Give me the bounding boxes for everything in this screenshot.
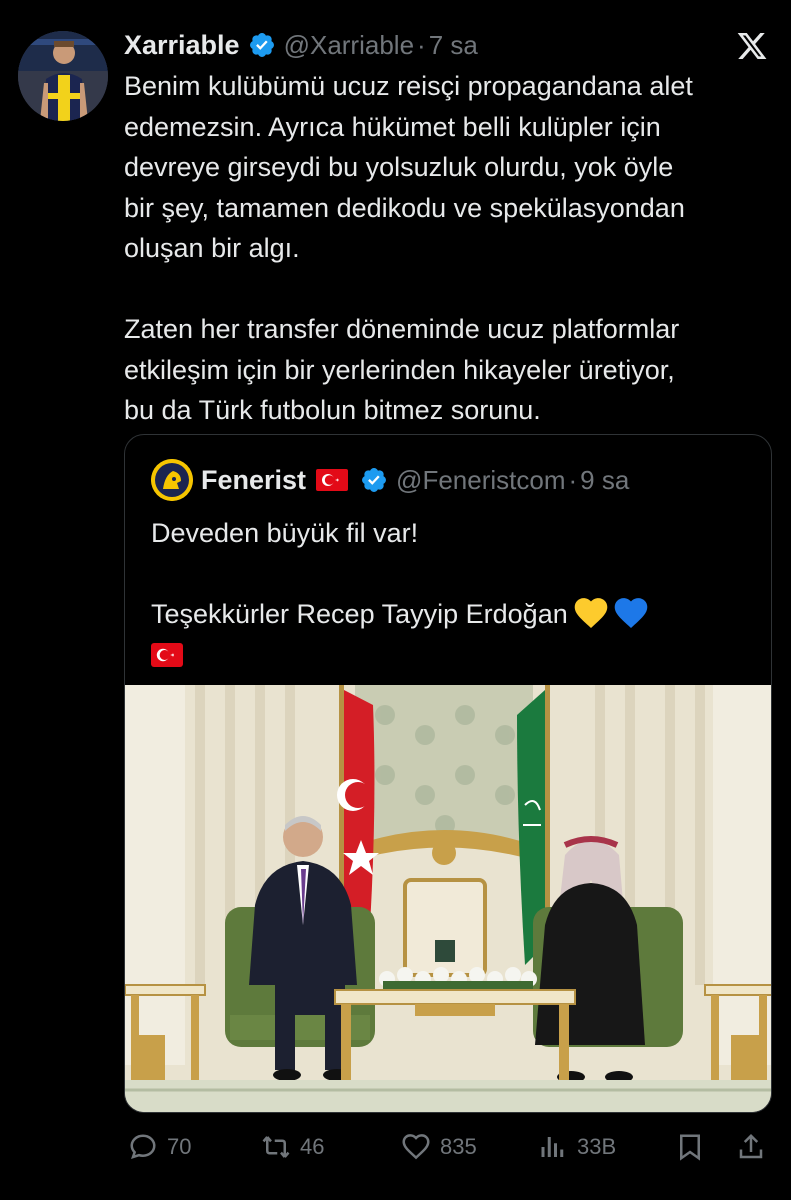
reply-button[interactable]: 70: [128, 1126, 191, 1168]
quoted-text-thanks: Teşekkürler Recep Tayyip Erdoğan: [151, 599, 568, 629]
repost-count: 46: [300, 1134, 325, 1159]
like-count: 835: [440, 1134, 477, 1159]
tweet-timestamp[interactable]: 7 sa: [429, 30, 478, 61]
quoted-text-spacer: [151, 553, 751, 594]
tweet-actions: 70 46 835 33B: [128, 1126, 768, 1168]
views-chart-icon: [541, 1137, 564, 1157]
quoted-tweet-text: Deveden büyük fil var! Teşekkürler Recep…: [151, 513, 751, 674]
blue-heart-icon: [614, 598, 648, 629]
quoted-text-line: Deveden büyük fil var!: [151, 518, 419, 548]
quoted-author-avatar: [151, 459, 193, 501]
quoted-text-line-2: Teşekkürler Recep Tayyip Erdoğan: [151, 594, 751, 634]
repost-icon: [262, 1136, 290, 1158]
quoted-tweet-timestamp[interactable]: 9 sa: [580, 465, 629, 496]
repost-button[interactable]: 46: [261, 1126, 324, 1168]
reply-icon: [130, 1134, 156, 1159]
x-logo-icon: [737, 33, 767, 59]
tweet-text: Benim kulübümü ucuz reisçi propagandana …: [124, 71, 693, 425]
bookmark-button[interactable]: [675, 1126, 705, 1168]
heart-icon: [402, 1134, 430, 1160]
share-button[interactable]: [736, 1126, 766, 1168]
tweet: Xarriable @Xarriable · 7 sa Benim kulübü…: [0, 0, 791, 1200]
verified-badge-icon: [249, 33, 274, 57]
quoted-author-handle[interactable]: @Feneristcom: [396, 465, 565, 496]
yellow-heart-icon: [574, 598, 608, 629]
views-button[interactable]: 33B: [538, 1126, 616, 1168]
quoted-tweet-header: Fenerist @Feneristcom · 9 sa: [151, 459, 629, 501]
reply-count: 70: [167, 1134, 192, 1159]
quoted-author-display-name[interactable]: Fenerist: [201, 465, 306, 496]
tweet-header: Xarriable @Xarriable · 7 sa: [124, 28, 478, 62]
quoted-text-line-3: [151, 634, 751, 674]
bookmark-icon: [680, 1134, 700, 1161]
author-avatar[interactable]: [18, 31, 108, 121]
view-count: 33B: [577, 1134, 617, 1159]
turkey-flag-icon: [151, 643, 183, 667]
like-button[interactable]: 835: [401, 1126, 477, 1168]
quoted-header-separator: ·: [568, 464, 578, 495]
author-display-name[interactable]: Xarriable: [124, 30, 240, 61]
header-separator: ·: [417, 29, 426, 60]
quoted-tweet[interactable]: Fenerist @Feneristcom · 9 sa Deveden büy…: [124, 434, 772, 1113]
author-handle[interactable]: @Xarriable: [284, 30, 414, 61]
share-icon: [739, 1133, 763, 1159]
verified-badge-icon: [362, 468, 387, 492]
quoted-tweet-photo[interactable]: [125, 685, 771, 1112]
turkey-flag-icon: [316, 469, 349, 491]
